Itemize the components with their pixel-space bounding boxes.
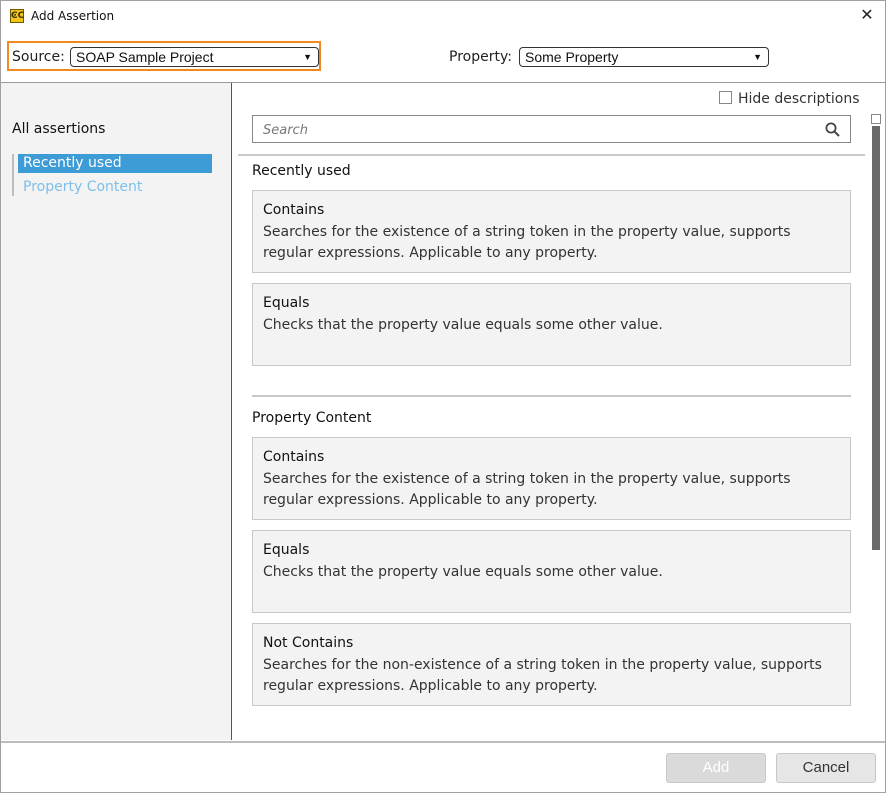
footer-divider bbox=[1, 741, 885, 743]
assertion-description: Searches for the existence of a string t… bbox=[263, 224, 791, 261]
all-assertions-heading[interactable]: All assertions bbox=[12, 121, 105, 137]
assertion-description: Checks that the property value equals so… bbox=[263, 564, 663, 580]
close-icon[interactable]: ✕ bbox=[859, 5, 875, 24]
soapui-app-icon: ϾC bbox=[10, 9, 25, 23]
property-value: Some Property bbox=[525, 49, 619, 65]
hide-descriptions-label: Hide descriptions bbox=[738, 91, 860, 107]
hide-descriptions-checkbox[interactable] bbox=[719, 91, 732, 104]
source-value: SOAP Sample Project bbox=[76, 49, 214, 65]
nav-indent-line bbox=[12, 154, 14, 196]
search-box[interactable] bbox=[252, 115, 851, 144]
scrollbar-thumb[interactable] bbox=[872, 126, 880, 550]
title-bar[interactable]: ϾC Add Assertion ✕ bbox=[1, 1, 885, 32]
search-icon[interactable] bbox=[825, 122, 840, 137]
assertion-description: Checks that the property value equals so… bbox=[263, 317, 663, 333]
assertion-name: Equals bbox=[263, 542, 310, 558]
window-title: Add Assertion bbox=[31, 9, 115, 23]
assertion-card-equals[interactable]: Equals Checks that the property value eq… bbox=[252, 283, 851, 366]
search-divider bbox=[238, 154, 865, 156]
property-label: Property: bbox=[449, 49, 512, 65]
scroll-up-button[interactable] bbox=[871, 114, 881, 124]
assertion-name: Equals bbox=[263, 295, 310, 311]
assertion-card-not-contains[interactable]: Not Contains Searches for the non-existe… bbox=[252, 623, 851, 706]
search-input[interactable] bbox=[253, 116, 825, 144]
assertion-description: Searches for the existence of a string t… bbox=[263, 471, 791, 508]
source-label: Source: bbox=[12, 49, 65, 65]
source-dropdown[interactable]: SOAP Sample Project ▼ bbox=[70, 47, 319, 67]
assertion-card-equals[interactable]: Equals Checks that the property value eq… bbox=[252, 530, 851, 613]
assertion-name: Contains bbox=[263, 449, 325, 465]
assertion-name: Not Contains bbox=[263, 635, 354, 651]
assertion-name: Contains bbox=[263, 202, 325, 218]
assertion-description: Searches for the non-existence of a stri… bbox=[263, 657, 822, 694]
hide-descriptions-toggle[interactable]: Hide descriptions bbox=[719, 91, 860, 107]
assertion-category-sidebar: All assertions Recently used Property Co… bbox=[1, 83, 232, 740]
assertion-card-contains[interactable]: Contains Searches for the existence of a… bbox=[252, 437, 851, 520]
section-divider bbox=[252, 395, 851, 397]
add-button[interactable]: Add bbox=[666, 753, 766, 783]
section-title-recently-used: Recently used bbox=[252, 163, 351, 179]
sidebar-item-recently-used[interactable]: Recently used bbox=[18, 154, 212, 173]
add-assertion-dialog: ϾC Add Assertion ✕ Source: SOAP Sample P… bbox=[0, 0, 886, 793]
cancel-button[interactable]: Cancel bbox=[776, 753, 876, 783]
property-dropdown[interactable]: Some Property ▼ bbox=[519, 47, 769, 67]
vertical-scrollbar[interactable] bbox=[871, 114, 881, 741]
assertion-card-contains[interactable]: Contains Searches for the existence of a… bbox=[252, 190, 851, 273]
chevron-down-icon: ▼ bbox=[753, 52, 762, 62]
sidebar-item-property-content[interactable]: Property Content bbox=[18, 178, 212, 197]
section-title-property-content: Property Content bbox=[252, 410, 372, 426]
chevron-down-icon: ▼ bbox=[303, 52, 312, 62]
